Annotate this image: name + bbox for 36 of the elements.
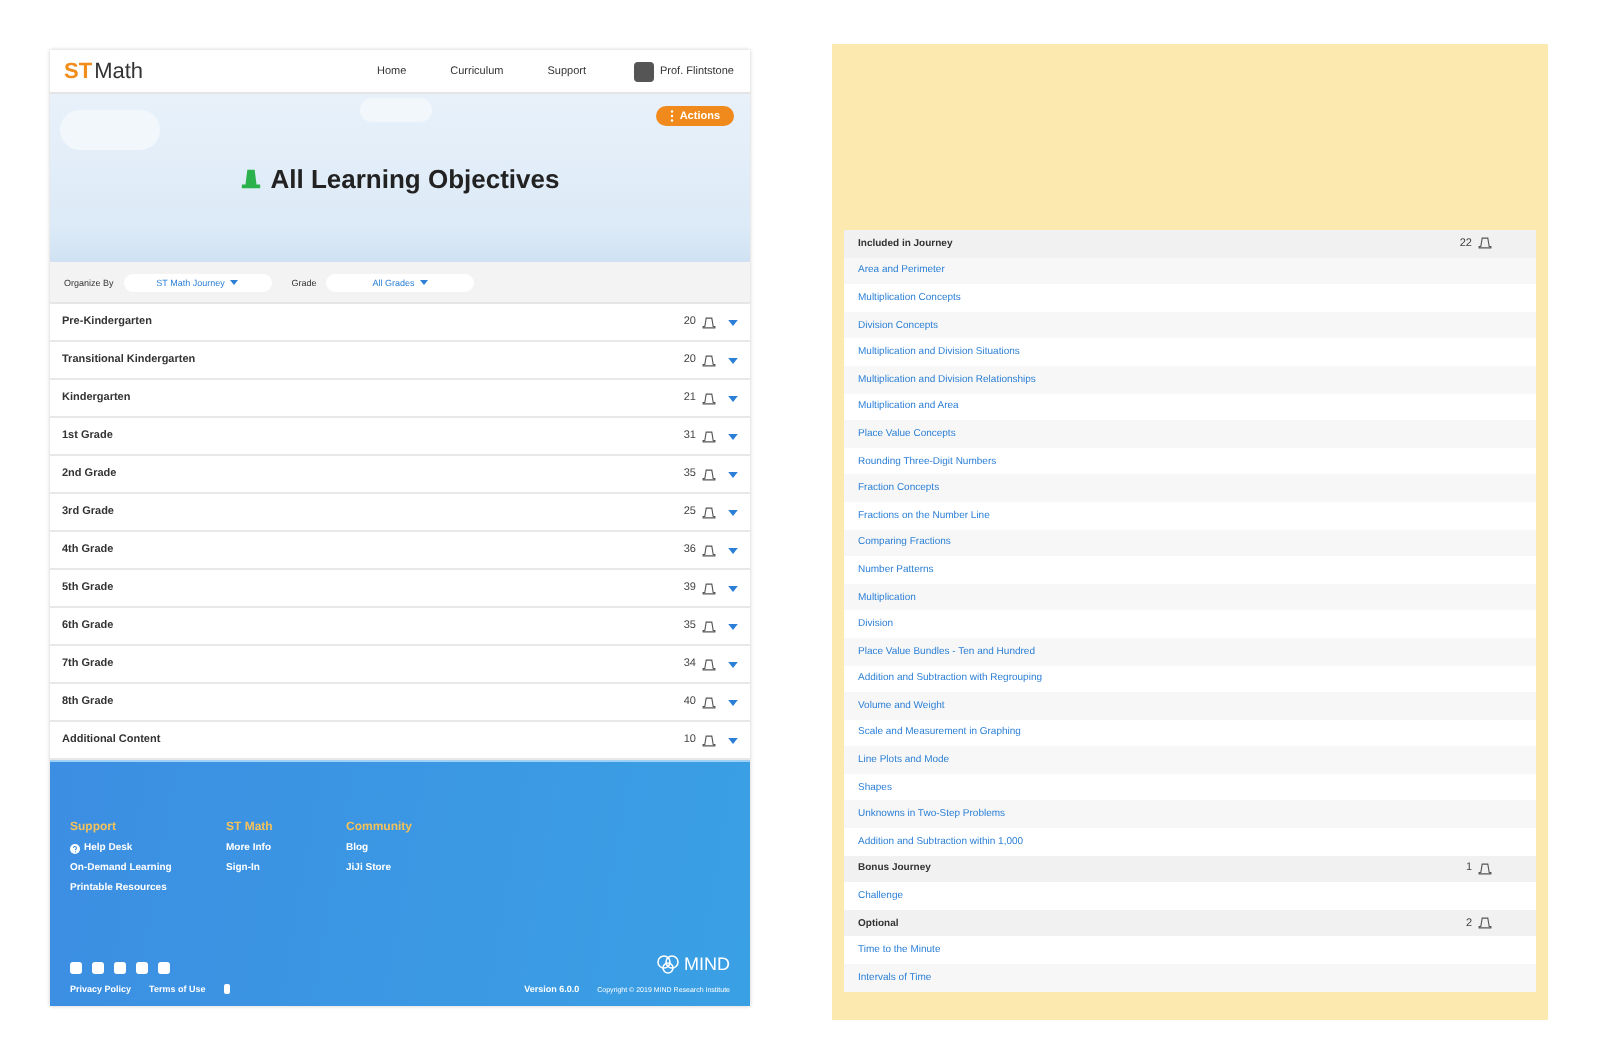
- bell-icon: [702, 619, 716, 633]
- caret-icon[interactable]: [728, 547, 738, 553]
- more-icon: [669, 110, 674, 122]
- help-icon: [70, 843, 80, 853]
- page-title: All Learning Objectives: [270, 163, 560, 193]
- bell-icon: [702, 429, 716, 443]
- caret-icon[interactable]: [728, 395, 738, 401]
- bell-icon: [702, 581, 716, 595]
- bell-icon: [1478, 236, 1492, 251]
- caret-icon[interactable]: [728, 623, 738, 629]
- caret-icon: [420, 280, 429, 286]
- caret-icon[interactable]: [728, 699, 738, 705]
- caret-icon[interactable]: [728, 509, 738, 515]
- caret-icon[interactable]: [728, 433, 738, 439]
- bell-icon: [702, 695, 716, 709]
- bell-icon: [702, 543, 716, 557]
- st-math-logo[interactable]: STMath: [64, 59, 144, 83]
- bell-icon: [702, 657, 716, 671]
- caret-icon[interactable]: [728, 661, 738, 667]
- caret-icon[interactable]: [728, 357, 738, 363]
- bell-icon: [1478, 861, 1492, 876]
- bell-icon: [702, 467, 716, 481]
- bell-icon: [240, 167, 263, 189]
- bell-icon: [702, 505, 716, 519]
- caret-icon[interactable]: [728, 585, 738, 591]
- bell-icon: [702, 391, 716, 405]
- bell-icon: [702, 353, 716, 367]
- caret-icon[interactable]: [728, 737, 738, 743]
- mind-logo: MIND: [656, 954, 730, 974]
- bell-icon: [1478, 916, 1492, 931]
- caret-icon[interactable]: [728, 319, 738, 325]
- caret-icon[interactable]: [728, 471, 738, 477]
- bell-icon: [702, 733, 716, 747]
- bell-icon: [702, 315, 716, 329]
- avatar[interactable]: [634, 61, 654, 81]
- caret-icon: [230, 280, 239, 286]
